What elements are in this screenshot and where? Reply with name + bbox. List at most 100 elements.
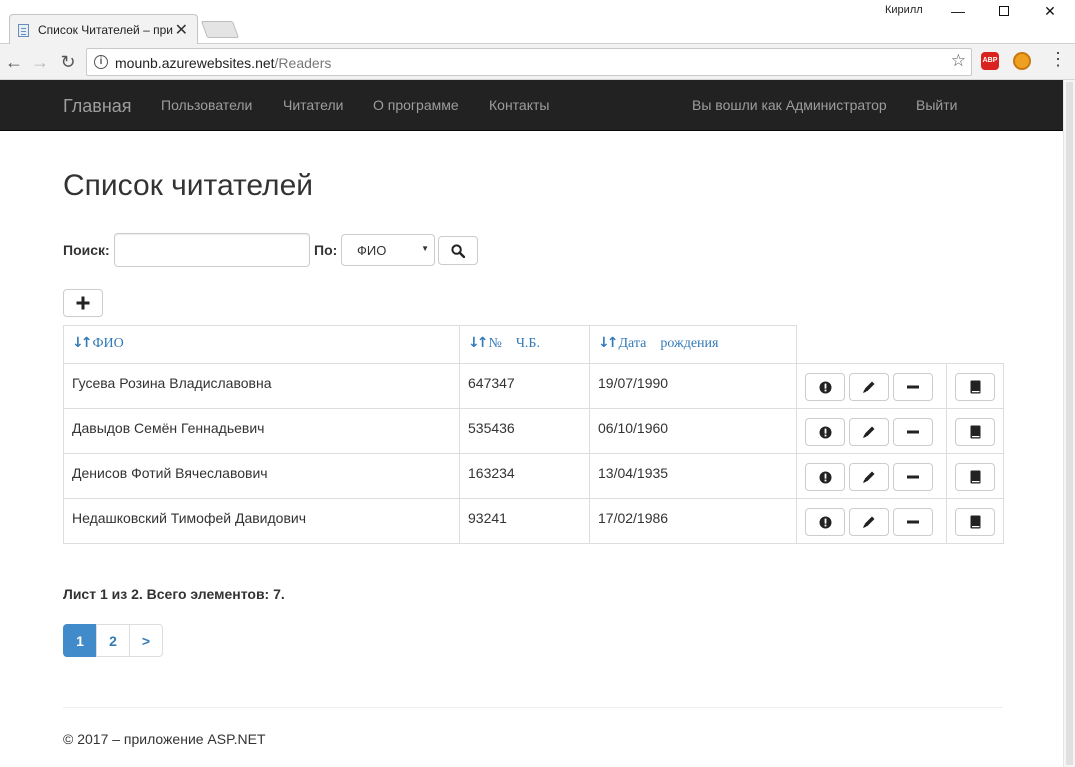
search-icon bbox=[451, 243, 465, 258]
books-button[interactable] bbox=[955, 373, 995, 401]
exclamation-circle-icon bbox=[819, 471, 831, 483]
minus-icon bbox=[907, 430, 919, 434]
address-bar[interactable]: i mounb.azurewebsites.net/Readers ☆ bbox=[86, 48, 972, 76]
url-path: /Readers bbox=[274, 55, 332, 71]
edit-button[interactable] bbox=[849, 418, 889, 446]
search-label: Поиск: bbox=[63, 242, 110, 258]
site-navbar: Главная Пользователи Читатели О программ… bbox=[0, 80, 1063, 131]
pencil-icon bbox=[863, 471, 875, 483]
cell-birth: 13/04/1935 bbox=[589, 453, 797, 499]
plus-icon bbox=[76, 296, 90, 310]
cell-number: 93241 bbox=[459, 498, 590, 544]
edit-button[interactable] bbox=[849, 508, 889, 536]
browser-tab[interactable]: Список Читателей – при ✕ bbox=[9, 14, 198, 45]
nav-item-readers[interactable]: Читатели bbox=[283, 97, 343, 113]
forward-button[interactable]: → bbox=[28, 50, 52, 74]
book-icon bbox=[970, 425, 980, 439]
bookmark-star-icon[interactable]: ☆ bbox=[951, 51, 966, 71]
nav-brand-home[interactable]: Главная bbox=[63, 96, 132, 117]
search-by-select[interactable]: ФИО ▼ bbox=[341, 234, 435, 266]
browser-titlebar: Список Читателей – при ✕ Кирилл — ✕ bbox=[0, 0, 1075, 45]
tab-close-icon[interactable]: ✕ bbox=[175, 20, 188, 40]
column-header-fio: ↓↑ ФИО bbox=[63, 325, 460, 364]
back-button[interactable]: ← bbox=[2, 50, 26, 74]
extension-icon[interactable] bbox=[1013, 52, 1031, 70]
search-by-label: По: bbox=[314, 242, 338, 258]
url-host: mounb.azurewebsites.net bbox=[115, 55, 275, 71]
details-button[interactable] bbox=[805, 418, 845, 446]
edit-button[interactable] bbox=[849, 373, 889, 401]
window-profile-name[interactable]: Кирилл bbox=[885, 4, 923, 16]
cell-actions bbox=[796, 408, 947, 454]
books-button[interactable] bbox=[955, 463, 995, 491]
cell-number: 647347 bbox=[459, 363, 590, 409]
column-header-actions bbox=[796, 325, 947, 364]
footer-copyright: © 2017 – приложение ASP.NET bbox=[63, 731, 266, 747]
edit-button[interactable] bbox=[849, 463, 889, 491]
details-button[interactable] bbox=[805, 508, 845, 536]
maximize-icon bbox=[999, 6, 1009, 16]
delete-button[interactable] bbox=[893, 463, 933, 491]
add-reader-button[interactable] bbox=[63, 289, 103, 317]
books-button[interactable] bbox=[955, 418, 995, 446]
exclamation-circle-icon bbox=[819, 516, 831, 528]
exclamation-circle-icon bbox=[819, 381, 831, 393]
search-button[interactable] bbox=[438, 236, 478, 265]
nav-item-contacts[interactable]: Контакты bbox=[489, 97, 549, 113]
delete-button[interactable] bbox=[893, 508, 933, 536]
minus-icon bbox=[907, 475, 919, 479]
sort-by-birth-link[interactable]: ↓↑ Дата рождения bbox=[590, 326, 796, 352]
nav-logout[interactable]: Выйти bbox=[916, 97, 957, 113]
browser-menu-icon[interactable]: ⋮ bbox=[1049, 50, 1067, 68]
book-icon bbox=[970, 515, 980, 529]
cell-books bbox=[946, 408, 1004, 454]
nav-item-users[interactable]: Пользователи bbox=[161, 97, 252, 113]
cell-fio: Недашковский Тимофей Давидович bbox=[63, 498, 460, 544]
sort-by-fio-link[interactable]: ↓↑ ФИО bbox=[64, 326, 459, 352]
maximize-button[interactable] bbox=[981, 0, 1027, 24]
delete-button[interactable] bbox=[893, 418, 933, 446]
site-info-icon[interactable]: i bbox=[94, 55, 108, 69]
column-header-books bbox=[946, 325, 1004, 364]
page-button-2[interactable]: 2 bbox=[96, 624, 130, 657]
adblock-extension-icon[interactable]: ABP bbox=[981, 52, 999, 70]
window-close-button[interactable]: ✕ bbox=[1027, 0, 1073, 24]
cell-fio: Гусева Розина Владиславовна bbox=[63, 363, 460, 409]
minus-icon bbox=[907, 520, 919, 524]
pager-info: Лист 1 из 2. Всего элементов: 7. bbox=[63, 586, 285, 602]
pagination: 1 2 > bbox=[63, 624, 163, 657]
pencil-icon bbox=[863, 381, 875, 393]
cell-number: 163234 bbox=[459, 453, 590, 499]
dropdown-caret-icon: ▼ bbox=[421, 244, 429, 253]
scrollbar-thumb[interactable] bbox=[1066, 82, 1073, 765]
new-tab-button[interactable] bbox=[200, 21, 240, 38]
search-input[interactable] bbox=[114, 233, 310, 267]
minimize-button[interactable]: — bbox=[935, 0, 981, 24]
book-icon bbox=[970, 380, 980, 394]
footer-divider bbox=[63, 707, 1003, 708]
books-button[interactable] bbox=[955, 508, 995, 536]
reload-button[interactable]: ↻ bbox=[56, 50, 80, 74]
page-scrollbar[interactable] bbox=[1063, 80, 1075, 767]
cell-fio: Денисов Фотий Вячеславович bbox=[63, 453, 460, 499]
cell-birth: 19/07/1990 bbox=[589, 363, 797, 409]
search-by-selected: ФИО bbox=[357, 243, 387, 258]
sort-by-number-link[interactable]: ↓↑ № Ч.Б. bbox=[460, 326, 589, 352]
details-button[interactable] bbox=[805, 463, 845, 491]
cell-books bbox=[946, 453, 1004, 499]
cell-birth: 17/02/1986 bbox=[589, 498, 797, 544]
nav-logged-in-user[interactable]: Вы вошли как Администратор bbox=[692, 97, 887, 113]
details-button[interactable] bbox=[805, 373, 845, 401]
sort-icon: ↓↑ bbox=[598, 335, 619, 351]
pencil-icon bbox=[863, 516, 875, 528]
nav-item-about[interactable]: О программе bbox=[373, 97, 459, 113]
page-next-button[interactable]: > bbox=[129, 624, 163, 657]
delete-button[interactable] bbox=[893, 373, 933, 401]
page-button-1[interactable]: 1 bbox=[63, 624, 97, 657]
minus-icon bbox=[907, 385, 919, 389]
page-favicon-icon bbox=[18, 24, 29, 37]
column-header-birth-label: Дата рождения bbox=[618, 336, 719, 351]
column-header-birth: ↓↑ Дата рождения bbox=[589, 325, 797, 364]
table-row: Денисов Фотий Вячеславович 163234 13/04/… bbox=[63, 453, 1004, 499]
exclamation-circle-icon bbox=[819, 426, 831, 438]
